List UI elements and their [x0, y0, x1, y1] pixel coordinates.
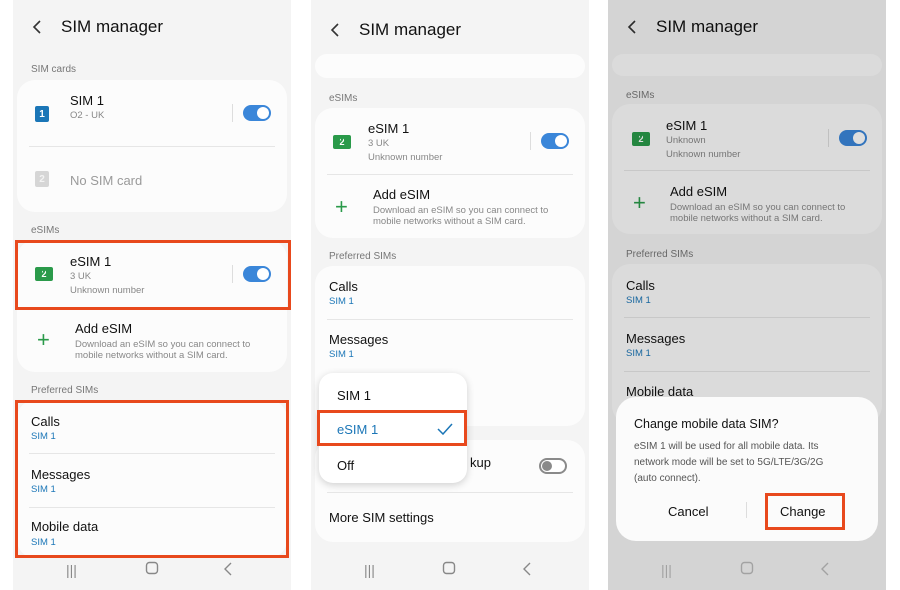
chevron-left-icon[interactable] — [29, 18, 47, 36]
section-preferred-sims: Preferred SIMs — [329, 251, 397, 262]
app-header: SIM manager — [13, 1, 291, 53]
dialog-body-line2: network mode will be set to 5G/LTE/3G/2G — [634, 457, 824, 468]
system-nav-bar: ||| — [13, 550, 291, 590]
dialog-body-line3: (auto connect). — [634, 473, 701, 484]
data-backup-label: kup — [470, 455, 491, 470]
esim-chip-icon: 2 — [333, 135, 351, 149]
sim-card-icon: 1 — [35, 106, 49, 122]
popup-option-off[interactable]: Off — [319, 449, 467, 481]
sim-cards-card: 1 SIM 1 O2 - UK 2 No SIM card — [17, 80, 287, 212]
recent-apps-icon[interactable]: ||| — [364, 562, 375, 578]
system-nav-bar: ||| — [311, 550, 589, 590]
divider — [746, 502, 747, 518]
phone-panel-3: SIM manager eSIMs 2 eSIM 1 Unknown Unkno… — [608, 0, 886, 590]
nav-back-icon[interactable] — [223, 562, 233, 579]
phone-panel-2: SIM manager eSIMs 2 eSIM 1 3 UK Unknown … — [311, 0, 589, 590]
page-title: SIM manager — [359, 20, 462, 39]
add-esim-row[interactable]: + Add eSIM Download an eSIM so you can c… — [17, 312, 287, 370]
esim1-carrier: 3 UK — [368, 138, 390, 149]
esim1-toggle[interactable] — [541, 133, 569, 149]
app-header: SIM manager — [311, 4, 589, 56]
no-sim-row: 2 No SIM card — [17, 147, 287, 212]
scrolled-card-stub — [315, 54, 585, 78]
esim1-number: Unknown number — [368, 152, 443, 163]
recent-apps-icon[interactable]: ||| — [66, 562, 77, 578]
dialog-title: Change mobile data SIM? — [634, 417, 779, 431]
page-title: SIM manager — [61, 17, 164, 36]
chevron-left-icon[interactable] — [327, 21, 345, 39]
highlight-box-esim-option — [317, 410, 467, 446]
pref-calls-label: Calls — [329, 279, 358, 294]
more-sim-settings-row[interactable]: More SIM settings — [315, 493, 585, 542]
pref-calls-row[interactable]: Calls SIM 1 — [315, 266, 585, 319]
dialog-body-line1: eSIM 1 will be used for all mobile data.… — [634, 441, 819, 452]
highlight-box-preferred — [15, 400, 289, 558]
sim-card-icon: 2 — [35, 171, 49, 187]
home-icon[interactable] — [442, 561, 456, 578]
home-icon[interactable] — [145, 561, 159, 578]
nav-back-icon[interactable] — [522, 562, 532, 579]
section-esims: eSIMs — [329, 93, 358, 104]
add-esim-row[interactable]: + Add eSIM Download an eSIM so you can c… — [315, 178, 585, 236]
section-sim-cards: SIM cards — [31, 64, 77, 75]
add-esim-desc-line2: mobile networks without a SIM card. — [373, 216, 526, 227]
plus-icon: + — [335, 194, 348, 219]
sim1-toggle[interactable] — [243, 105, 271, 121]
popup-option-label: Off — [337, 458, 355, 473]
esim1-name: eSIM 1 — [368, 121, 410, 136]
divider — [530, 132, 531, 150]
add-esim-title: Add eSIM — [75, 321, 133, 336]
add-esim-title: Add eSIM — [373, 187, 431, 202]
pref-calls-value: SIM 1 — [329, 296, 354, 307]
sim1-name: SIM 1 — [70, 93, 104, 108]
plus-icon: + — [37, 327, 50, 352]
section-esims: eSIMs — [31, 225, 60, 236]
phone-panel-1: SIM manager SIM cards 1 SIM 1 O2 - UK 2 … — [13, 0, 291, 590]
pref-messages-value: SIM 1 — [329, 349, 354, 360]
section-preferred-sims: Preferred SIMs — [31, 385, 99, 396]
pref-messages-label: Messages — [329, 332, 389, 347]
no-sim-label: No SIM card — [70, 173, 143, 188]
sim1-carrier: O2 - UK — [70, 110, 105, 121]
add-esim-desc-line1: Download an eSIM so you can connect to — [373, 205, 549, 216]
add-esim-desc-line2: mobile networks without a SIM card. — [75, 350, 228, 361]
pref-messages-row[interactable]: Messages SIM 1 — [315, 320, 585, 373]
popup-option-label: SIM 1 — [337, 388, 371, 403]
esim1-row[interactable]: 2 eSIM 1 3 UK Unknown number — [315, 108, 585, 174]
divider — [327, 174, 573, 175]
sim1-row[interactable]: 1 SIM 1 O2 - UK — [17, 80, 287, 146]
cancel-button[interactable]: Cancel — [668, 504, 708, 519]
highlight-box-esim — [15, 240, 291, 310]
esims-card: 2 eSIM 1 3 UK Unknown number + Add eSIM … — [315, 108, 585, 238]
highlight-box-change — [765, 493, 845, 530]
popup-option-sim1[interactable]: SIM 1 — [319, 379, 467, 411]
more-sim-settings-label: More SIM settings — [329, 510, 434, 525]
data-backup-toggle[interactable] — [539, 458, 567, 474]
add-esim-desc-line1: Download an eSIM so you can connect to — [75, 339, 251, 350]
divider — [232, 104, 233, 122]
